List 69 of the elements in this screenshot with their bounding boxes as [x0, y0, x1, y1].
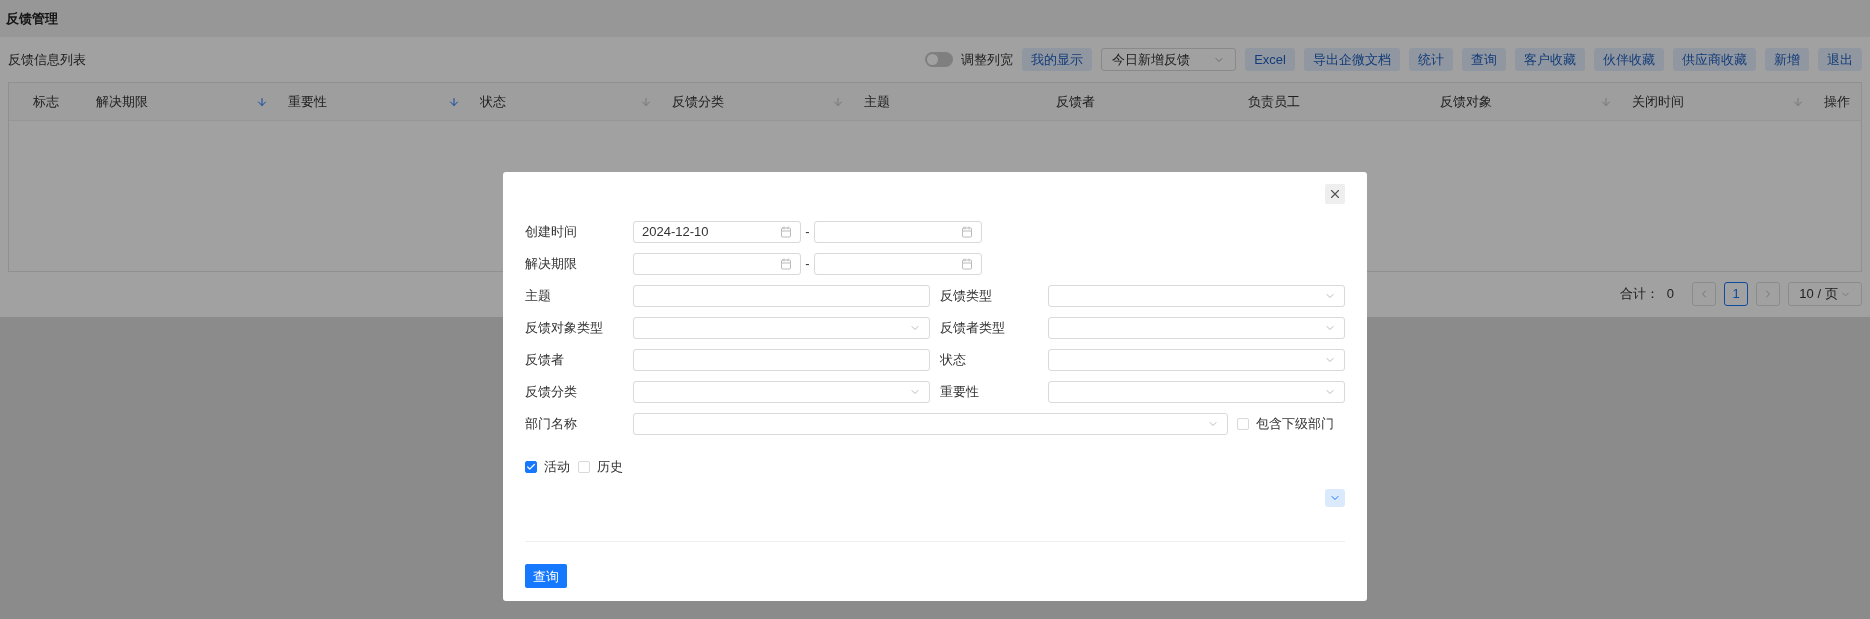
range-separator: -	[804, 255, 811, 274]
column-header[interactable]: 反馈者	[1044, 83, 1236, 120]
date-field[interactable]	[814, 253, 982, 275]
submit-button[interactable]: 查询	[525, 564, 567, 589]
close-icon	[1328, 187, 1342, 201]
total-count: 0	[1666, 285, 1674, 304]
field-label: 反馈者	[525, 351, 565, 370]
date-field[interactable]	[633, 253, 801, 275]
close-button[interactable]	[1325, 184, 1345, 204]
toolbar-button[interactable]: 导出企微文档	[1304, 48, 1400, 71]
field-label: 创建时间	[525, 223, 578, 242]
select-field[interactable]	[1048, 349, 1345, 371]
field-label: 反馈者类型	[940, 319, 1006, 338]
toolbar-button[interactable]: 我的显示	[1022, 48, 1093, 71]
column-header[interactable]: 解决期限	[84, 83, 276, 120]
column-header[interactable]: 标志	[9, 83, 84, 120]
column-header[interactable]: 反馈对象	[1428, 83, 1620, 120]
view-select[interactable]: 今日新增反馈	[1101, 48, 1237, 71]
switch-label: 调整列宽	[961, 50, 1014, 69]
toolbar-button[interactable]: Excel	[1245, 48, 1295, 71]
column-header[interactable]: 状态	[468, 83, 660, 120]
expand-button[interactable]	[1325, 488, 1345, 507]
column-width-switch[interactable]	[925, 52, 954, 67]
select-field[interactable]	[1048, 381, 1345, 403]
field-label: 部门名称	[525, 415, 578, 434]
select-field[interactable]	[633, 413, 1228, 435]
field-label: 状态	[940, 351, 967, 370]
select-field[interactable]	[1048, 285, 1345, 307]
calendar-icon	[780, 258, 792, 270]
select-field[interactable]	[633, 317, 930, 339]
next-page-button[interactable]	[1756, 282, 1780, 306]
toolbar-button[interactable]: 供应商收藏	[1673, 48, 1756, 71]
toolbar-button[interactable]: 退出	[1818, 48, 1862, 71]
field-label: 重要性	[940, 383, 980, 402]
column-header[interactable]: 反馈分类	[660, 83, 852, 120]
column-header[interactable]: 关闭时间	[1620, 83, 1812, 120]
calendar-icon	[961, 258, 973, 270]
total-label: 合计：	[1619, 285, 1659, 304]
select-field[interactable]	[1048, 317, 1345, 339]
range-separator: -	[804, 223, 811, 242]
checkbox[interactable]	[525, 460, 537, 473]
field-label: 反馈分类	[525, 383, 578, 402]
date-field[interactable]: 2024-12-10	[633, 221, 801, 243]
page-size-select[interactable]: 10 / 页	[1788, 282, 1862, 306]
select-field[interactable]	[633, 381, 930, 403]
page-button[interactable]: 1	[1724, 282, 1748, 306]
input-field[interactable]	[633, 285, 930, 307]
column-header[interactable]: 操作	[1812, 83, 1861, 120]
toolbar-button[interactable]: 统计	[1409, 48, 1453, 71]
column-header[interactable]: 重要性	[276, 83, 468, 120]
calendar-icon	[961, 226, 973, 238]
page-title: 反馈管理	[6, 9, 58, 28]
checkbox-label: 活动	[544, 458, 570, 476]
toolbar-button[interactable]: 新增	[1765, 48, 1809, 71]
checkbox-label: 包含下级部门	[1256, 415, 1334, 434]
column-header[interactable]: 负责员工	[1236, 83, 1428, 120]
column-header[interactable]: 主题	[852, 83, 1044, 120]
calendar-icon	[780, 226, 792, 238]
field-label: 主题	[525, 287, 552, 306]
date-field[interactable]	[814, 221, 982, 243]
input-field[interactable]	[633, 349, 930, 371]
toolbar-button[interactable]: 客户收藏	[1515, 48, 1585, 71]
toolbar-button[interactable]: 伙伴收藏	[1594, 48, 1664, 71]
list-title: 反馈信息列表	[8, 50, 86, 69]
toolbar-button[interactable]: 查询	[1462, 48, 1506, 71]
checkbox-label: 历史	[597, 458, 623, 476]
field-label: 解决期限	[525, 255, 578, 274]
field-label: 反馈对象类型	[525, 319, 604, 338]
field-label: 反馈类型	[940, 287, 993, 306]
